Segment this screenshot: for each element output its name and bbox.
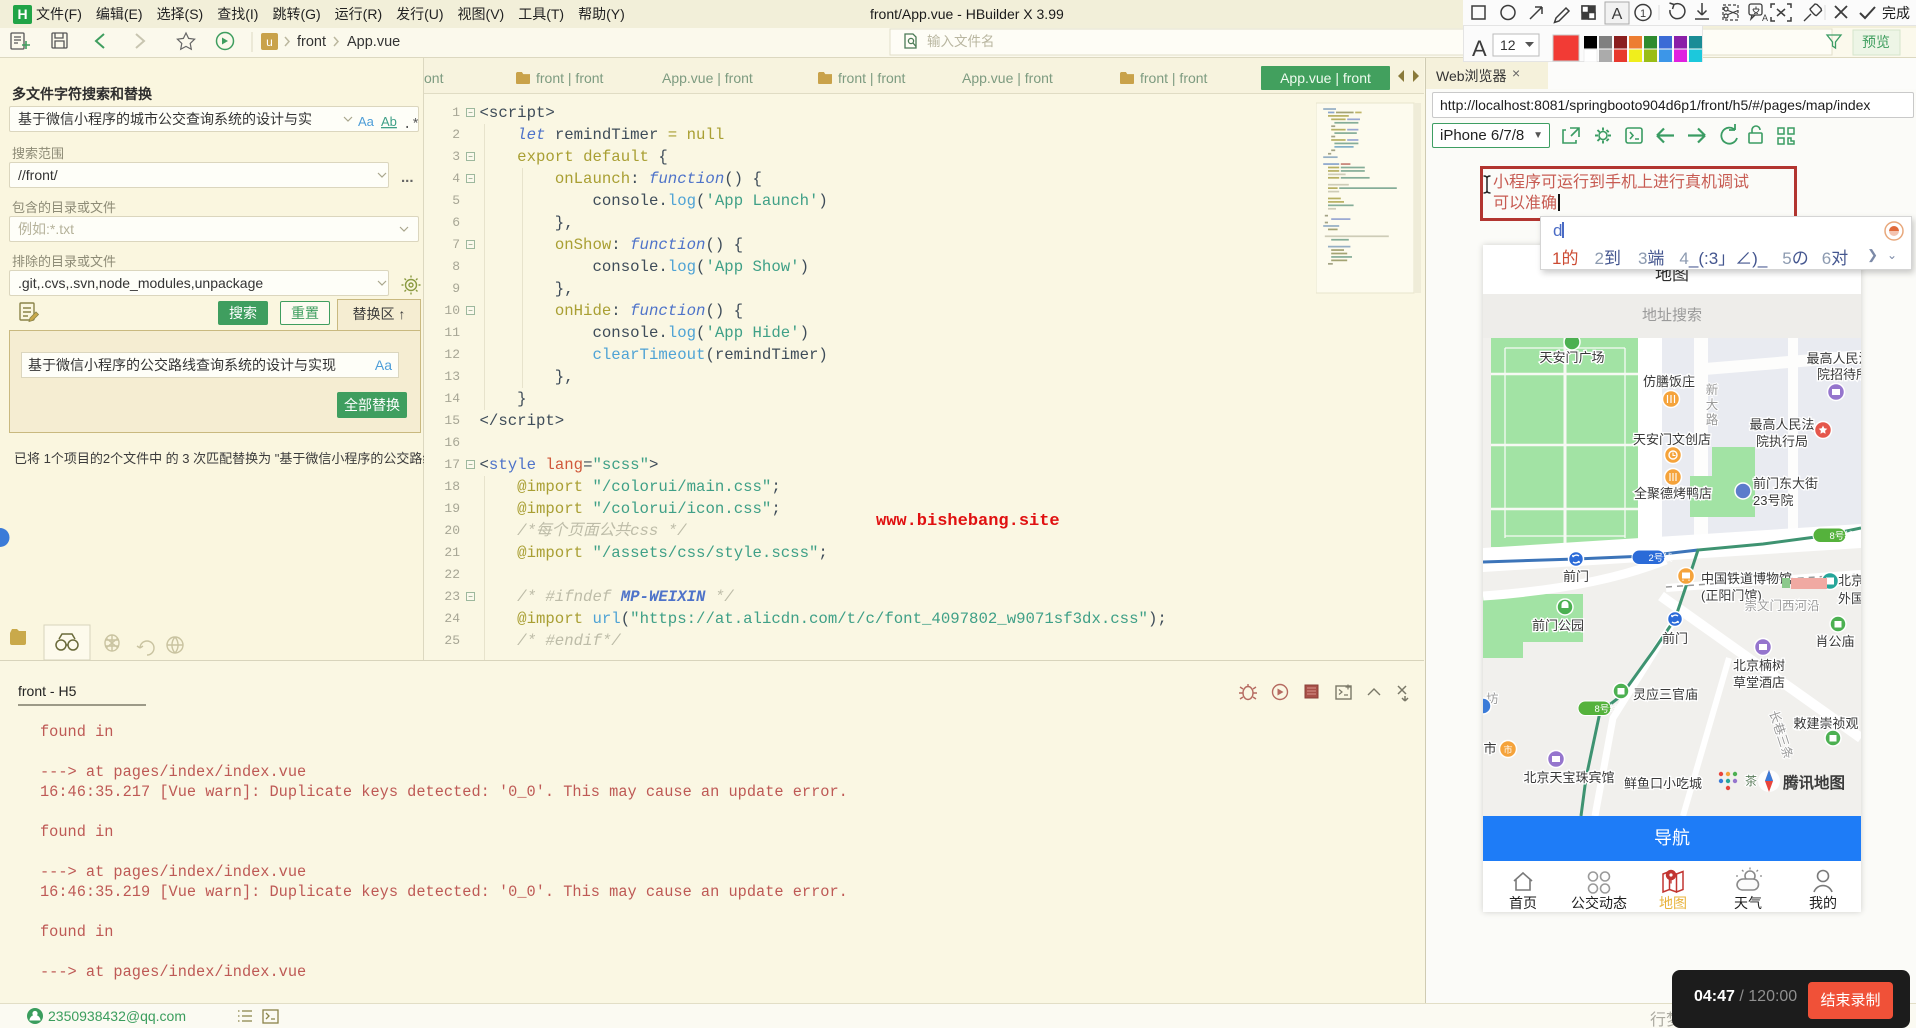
svg-text:最高人民法: 最高人民法 <box>1806 351 1861 366</box>
svg-text:外国: 外国 <box>1838 591 1861 606</box>
svg-text:天安门文创店: 天安门文创店 <box>1633 432 1711 447</box>
svg-text:A: A <box>1762 13 1768 23</box>
svg-text:8号线: 8号线 <box>1830 530 1855 542</box>
svg-text:首页: 首页 <box>1509 895 1537 911</box>
svg-text:市: 市 <box>1503 744 1512 755</box>
svg-text:草堂酒店: 草堂酒店 <box>1733 675 1785 690</box>
svg-text:北京楠树: 北京楠树 <box>1733 658 1785 673</box>
svg-text:12: 12 <box>1500 37 1516 53</box>
svg-text:前门东大街: 前门东大街 <box>1753 476 1818 491</box>
svg-text:全聚德烤鸭店: 全聚德烤鸭店 <box>1634 486 1712 501</box>
svg-text:Aa: Aa <box>358 114 375 129</box>
svg-text:灵应三官庙: 灵应三官庙 <box>1633 687 1698 702</box>
svg-text:路: 路 <box>1706 412 1719 427</box>
svg-text:新: 新 <box>1706 382 1719 397</box>
svg-text:崇文门西河沿: 崇文门西河沿 <box>1744 598 1819 613</box>
svg-text:敕建崇祯观: 敕建崇祯观 <box>1793 716 1858 731</box>
svg-text:预览: 预览 <box>1862 34 1890 50</box>
svg-text:天安门广场: 天安门广场 <box>1539 350 1604 365</box>
svg-text:front: front <box>297 34 326 50</box>
svg-text:天气: 天气 <box>1734 895 1762 911</box>
svg-text:北京天宝珠宾馆: 北京天宝珠宾馆 <box>1523 770 1614 785</box>
svg-text:大: 大 <box>1706 398 1719 412</box>
svg-text:地图: 地图 <box>1659 895 1687 911</box>
svg-text:最高人民法: 最高人民法 <box>1749 417 1814 432</box>
svg-text:23号院: 23号院 <box>1753 493 1793 508</box>
svg-text:8号线: 8号线 <box>1595 703 1620 715</box>
svg-text:肖公庙: 肖公庙 <box>1815 634 1854 649</box>
svg-text:我的: 我的 <box>1809 895 1837 911</box>
svg-text:院招待所: 院招待所 <box>1817 367 1861 382</box>
svg-text:.*: .* <box>403 117 420 133</box>
svg-text:前门: 前门 <box>1662 631 1688 646</box>
svg-text:北京: 北京 <box>1838 573 1861 588</box>
svg-text:前门公园: 前门公园 <box>1532 618 1584 633</box>
svg-text:鲜鱼口小吃城: 鲜鱼口小吃城 <box>1624 776 1702 791</box>
svg-text:仿膳饭庄: 仿膳饭庄 <box>1643 374 1695 389</box>
svg-text:茶: 茶 <box>1745 773 1757 788</box>
svg-text:院执行局: 院执行局 <box>1756 434 1808 449</box>
svg-text:前门: 前门 <box>1563 569 1589 584</box>
svg-text:中国铁道博物馆: 中国铁道博物馆 <box>1701 571 1792 586</box>
svg-text:u: u <box>266 35 273 49</box>
svg-text:App.vue: App.vue <box>347 34 400 50</box>
svg-text:1: 1 <box>1640 8 1646 20</box>
svg-text:腾讯地图: 腾讯地图 <box>1783 773 1845 792</box>
svg-text:输入文件名: 输入文件名 <box>927 34 995 49</box>
svg-text:A: A <box>1472 36 1487 61</box>
svg-text:...: ... <box>401 169 414 186</box>
svg-text:市: 市 <box>1483 741 1496 756</box>
svg-text:完成: 完成 <box>1882 5 1910 21</box>
svg-text:2号线: 2号线 <box>1649 552 1674 564</box>
svg-text:公交动态: 公交动态 <box>1571 895 1627 911</box>
svg-text:Ab: Ab <box>381 114 397 129</box>
svg-text:A: A <box>1612 6 1623 23</box>
